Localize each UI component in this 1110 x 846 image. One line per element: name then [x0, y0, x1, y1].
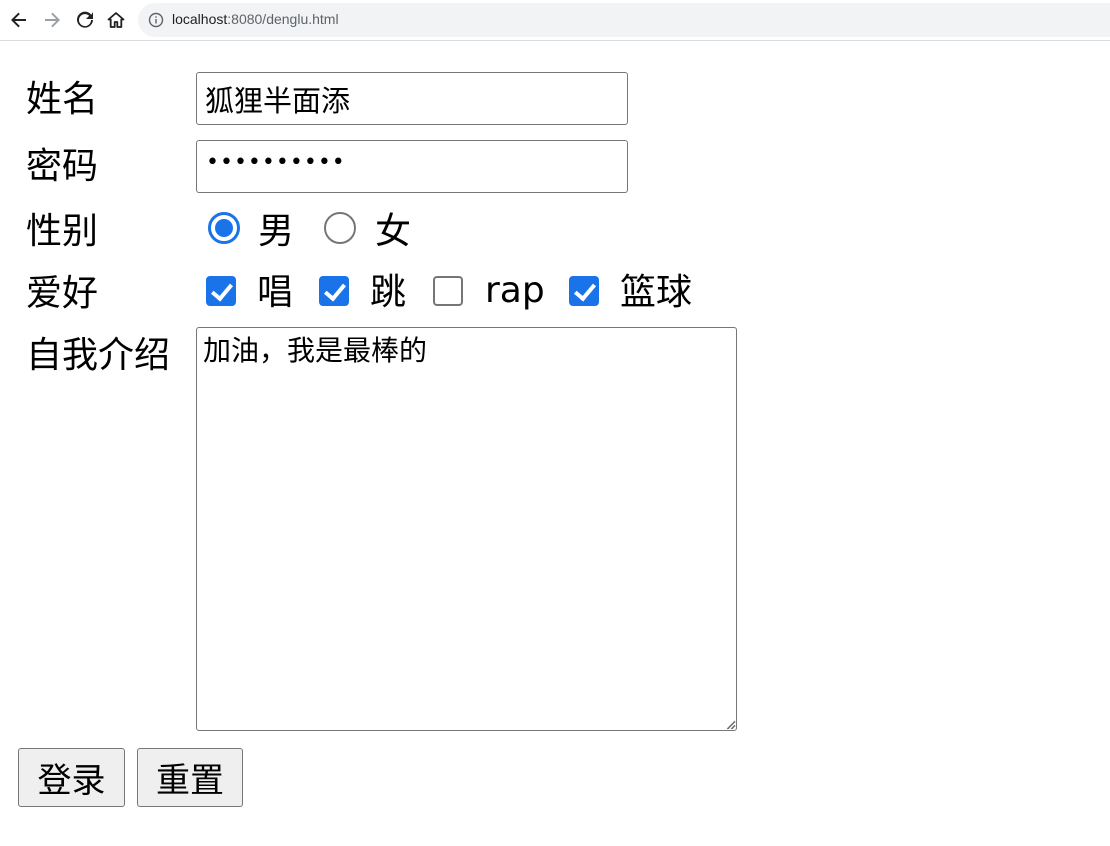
address-bar[interactable]: localhost:8080/denglu.html: [138, 3, 1110, 37]
hobby-checkbox-rap[interactable]: [433, 276, 463, 306]
reset-button[interactable]: 重置: [137, 748, 243, 807]
gender-option-male-label: 男: [258, 211, 295, 252]
resize-grip-icon[interactable]: [724, 718, 736, 730]
password-input[interactable]: [196, 140, 628, 193]
hobby-dance-label: 跳: [370, 272, 407, 313]
hobby-sing-label: 唱: [257, 272, 294, 313]
info-icon[interactable]: [148, 12, 164, 28]
url-text: localhost:8080/denglu.html: [172, 11, 339, 27]
name-label: 姓名: [26, 79, 99, 120]
gender-label: 性别: [26, 211, 99, 252]
back-icon[interactable]: [5, 6, 33, 34]
forward-icon[interactable]: [38, 6, 66, 34]
gender-radio-male[interactable]: [208, 212, 240, 244]
hobby-basketball-label: 篮球: [620, 272, 693, 313]
intro-textarea[interactable]: 加油，我是最棒的: [196, 327, 737, 731]
login-button[interactable]: 登录: [18, 748, 125, 807]
hobby-checkbox-basketball[interactable]: [569, 276, 599, 306]
intro-label: 自我介绍: [26, 335, 171, 376]
name-input[interactable]: [196, 72, 628, 125]
reload-icon[interactable]: [71, 6, 99, 34]
password-label: 密码: [26, 146, 99, 187]
browser-toolbar: localhost:8080/denglu.html: [0, 0, 1110, 41]
gender-radio-female[interactable]: [324, 212, 356, 244]
home-icon[interactable]: [102, 6, 130, 34]
hobby-rap-label: rap: [485, 270, 545, 311]
gender-option-female-label: 女: [375, 211, 412, 252]
hobby-label: 爱好: [26, 273, 99, 314]
hobby-checkbox-dance[interactable]: [319, 276, 349, 306]
hobby-checkbox-sing[interactable]: [206, 276, 236, 306]
